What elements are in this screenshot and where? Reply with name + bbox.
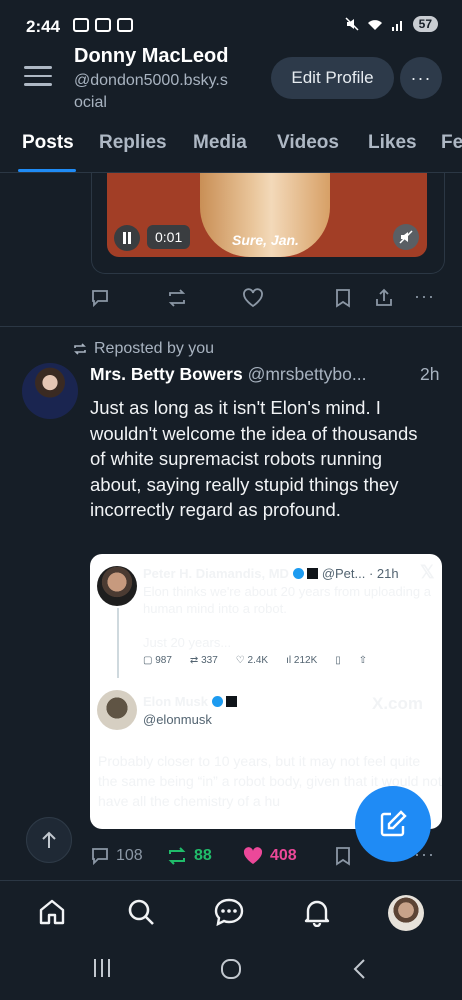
compose-post-button[interactable] [355, 786, 431, 862]
author-avatar[interactable] [22, 363, 78, 419]
embed-retweet-count: ⇄ 337 [189, 655, 218, 666]
x-logo-icon: 𝕏 [420, 562, 435, 582]
scroll-to-top-button[interactable] [26, 817, 72, 863]
like-icon[interactable] [242, 288, 264, 308]
post-time[interactable]: 2h [420, 364, 439, 385]
embed-tweet1-header: Peter H. Diamandis, MD @Pet... · 21h [143, 566, 399, 581]
notifications-icon[interactable] [300, 895, 334, 929]
repost-icon[interactable] [166, 288, 188, 308]
reply-count: 108 [116, 847, 143, 864]
active-tab-indicator [18, 169, 76, 172]
x-badge-icon-2 [226, 696, 238, 707]
battery-indicator: 57 [412, 16, 438, 32]
system-status-icons: 57 [345, 16, 438, 32]
profile-handle: @dondon5000.bsky.s ocial [74, 72, 228, 111]
tab-feeds[interactable]: Fe [441, 132, 462, 154]
status-time: 2:44 [26, 17, 61, 36]
embed-tweet1-metrics: ▢ 987 ⇄ 337 ♡ 2.4K ıl 212K ▯ ⇧ [143, 655, 367, 666]
mute-icon [345, 17, 359, 31]
embed-tweet2-handle: @elonmusk [143, 712, 212, 727]
post-text: Just as long as it isn't Elon's mind. I … [90, 397, 418, 520]
home-button-icon[interactable] [220, 958, 242, 986]
search-icon[interactable] [124, 895, 158, 929]
verified-icon [292, 568, 304, 579]
chat-icon[interactable] [212, 895, 246, 929]
bookmark-button[interactable] [334, 846, 352, 866]
compose-icon [380, 810, 407, 837]
tab-likes[interactable]: Likes [368, 132, 417, 154]
author-name: Mrs. Betty Bowers [90, 364, 243, 384]
menu-button[interactable] [24, 66, 52, 88]
edit-profile-button[interactable]: Edit Profile [271, 57, 394, 99]
bookmark-icon [336, 847, 350, 866]
reply-icon [92, 848, 108, 866]
recent-apps-icon[interactable] [92, 957, 112, 985]
like-count: 408 [270, 847, 297, 864]
arrow-up-icon [42, 831, 56, 848]
embed-tweet1-text: Elon thinks we're about 20 years from up… [143, 584, 431, 616]
tab-media[interactable]: Media [193, 132, 247, 154]
repost-small-icon [74, 343, 86, 355]
signal-icon [391, 20, 402, 31]
back-icon[interactable] [352, 958, 368, 986]
embed-like-count: ♡ 2.4K [235, 655, 269, 666]
author-handle: @mrsbettybo... [247, 364, 367, 384]
profile-tabs: Posts Replies Media Videos Likes Fe [0, 122, 462, 173]
repost-attribution: Reposted by you [72, 340, 214, 358]
post-author[interactable]: Mrs. Betty Bowers @mrsbettybo... [90, 364, 366, 385]
more-options-button[interactable]: ··· [400, 57, 442, 99]
pause-icon[interactable] [114, 225, 140, 251]
embed-thread-line [117, 608, 119, 678]
embed-tweet1-text2: Just 20 years... [143, 635, 232, 650]
like-button[interactable]: 408 [242, 846, 297, 866]
repost-label: Reposted by you [94, 340, 215, 357]
post-more-icon[interactable]: ··· [414, 286, 435, 307]
tab-videos[interactable]: Videos [277, 132, 339, 154]
post-divider [0, 326, 462, 327]
verified-icon-2 [211, 696, 223, 707]
video-time: 0:01 [147, 225, 191, 249]
tab-replies[interactable]: Replies [99, 132, 167, 154]
youtube-notification-icon-2 [117, 18, 133, 32]
repost-button[interactable]: 88 [166, 846, 212, 866]
youtube-notification-icon [73, 18, 89, 32]
bookmark-icon[interactable] [334, 288, 352, 308]
share-icon[interactable] [374, 288, 394, 308]
repost-count: 88 [194, 847, 212, 864]
embed-bookmark-icon: ▯ [335, 655, 341, 666]
embed-share-icon: ⇧ [358, 655, 368, 666]
embed-view-count: ıl 212K [286, 655, 318, 666]
embed-avatar-elon [97, 690, 137, 730]
reply-button[interactable]: 108 [90, 846, 143, 866]
profile-avatar[interactable] [388, 895, 424, 931]
mute-video-icon[interactable] [393, 224, 419, 250]
status-bar: 2:44 57 [0, 0, 462, 52]
embed-tweet2-name: Elon Musk [143, 694, 238, 709]
home-icon[interactable] [35, 895, 69, 929]
embed-xcom-label: X.com [372, 694, 424, 713]
video-caption: Sure, Jan. [232, 232, 299, 248]
notification-icons [73, 18, 133, 32]
screenshot-notification-icon [95, 18, 111, 32]
menu-icon [24, 66, 52, 69]
wifi-icon [367, 19, 382, 30]
tab-posts[interactable]: Posts [22, 132, 74, 154]
embed-reply-count: ▢ 987 [143, 655, 172, 666]
profile-display-name: Donny MacLeod [74, 45, 229, 67]
x-badge-icon [307, 568, 319, 579]
embed-avatar-peter [97, 566, 137, 606]
heart-filled-icon [243, 847, 263, 864]
repost-icon [168, 847, 186, 865]
reply-icon[interactable] [90, 288, 110, 308]
